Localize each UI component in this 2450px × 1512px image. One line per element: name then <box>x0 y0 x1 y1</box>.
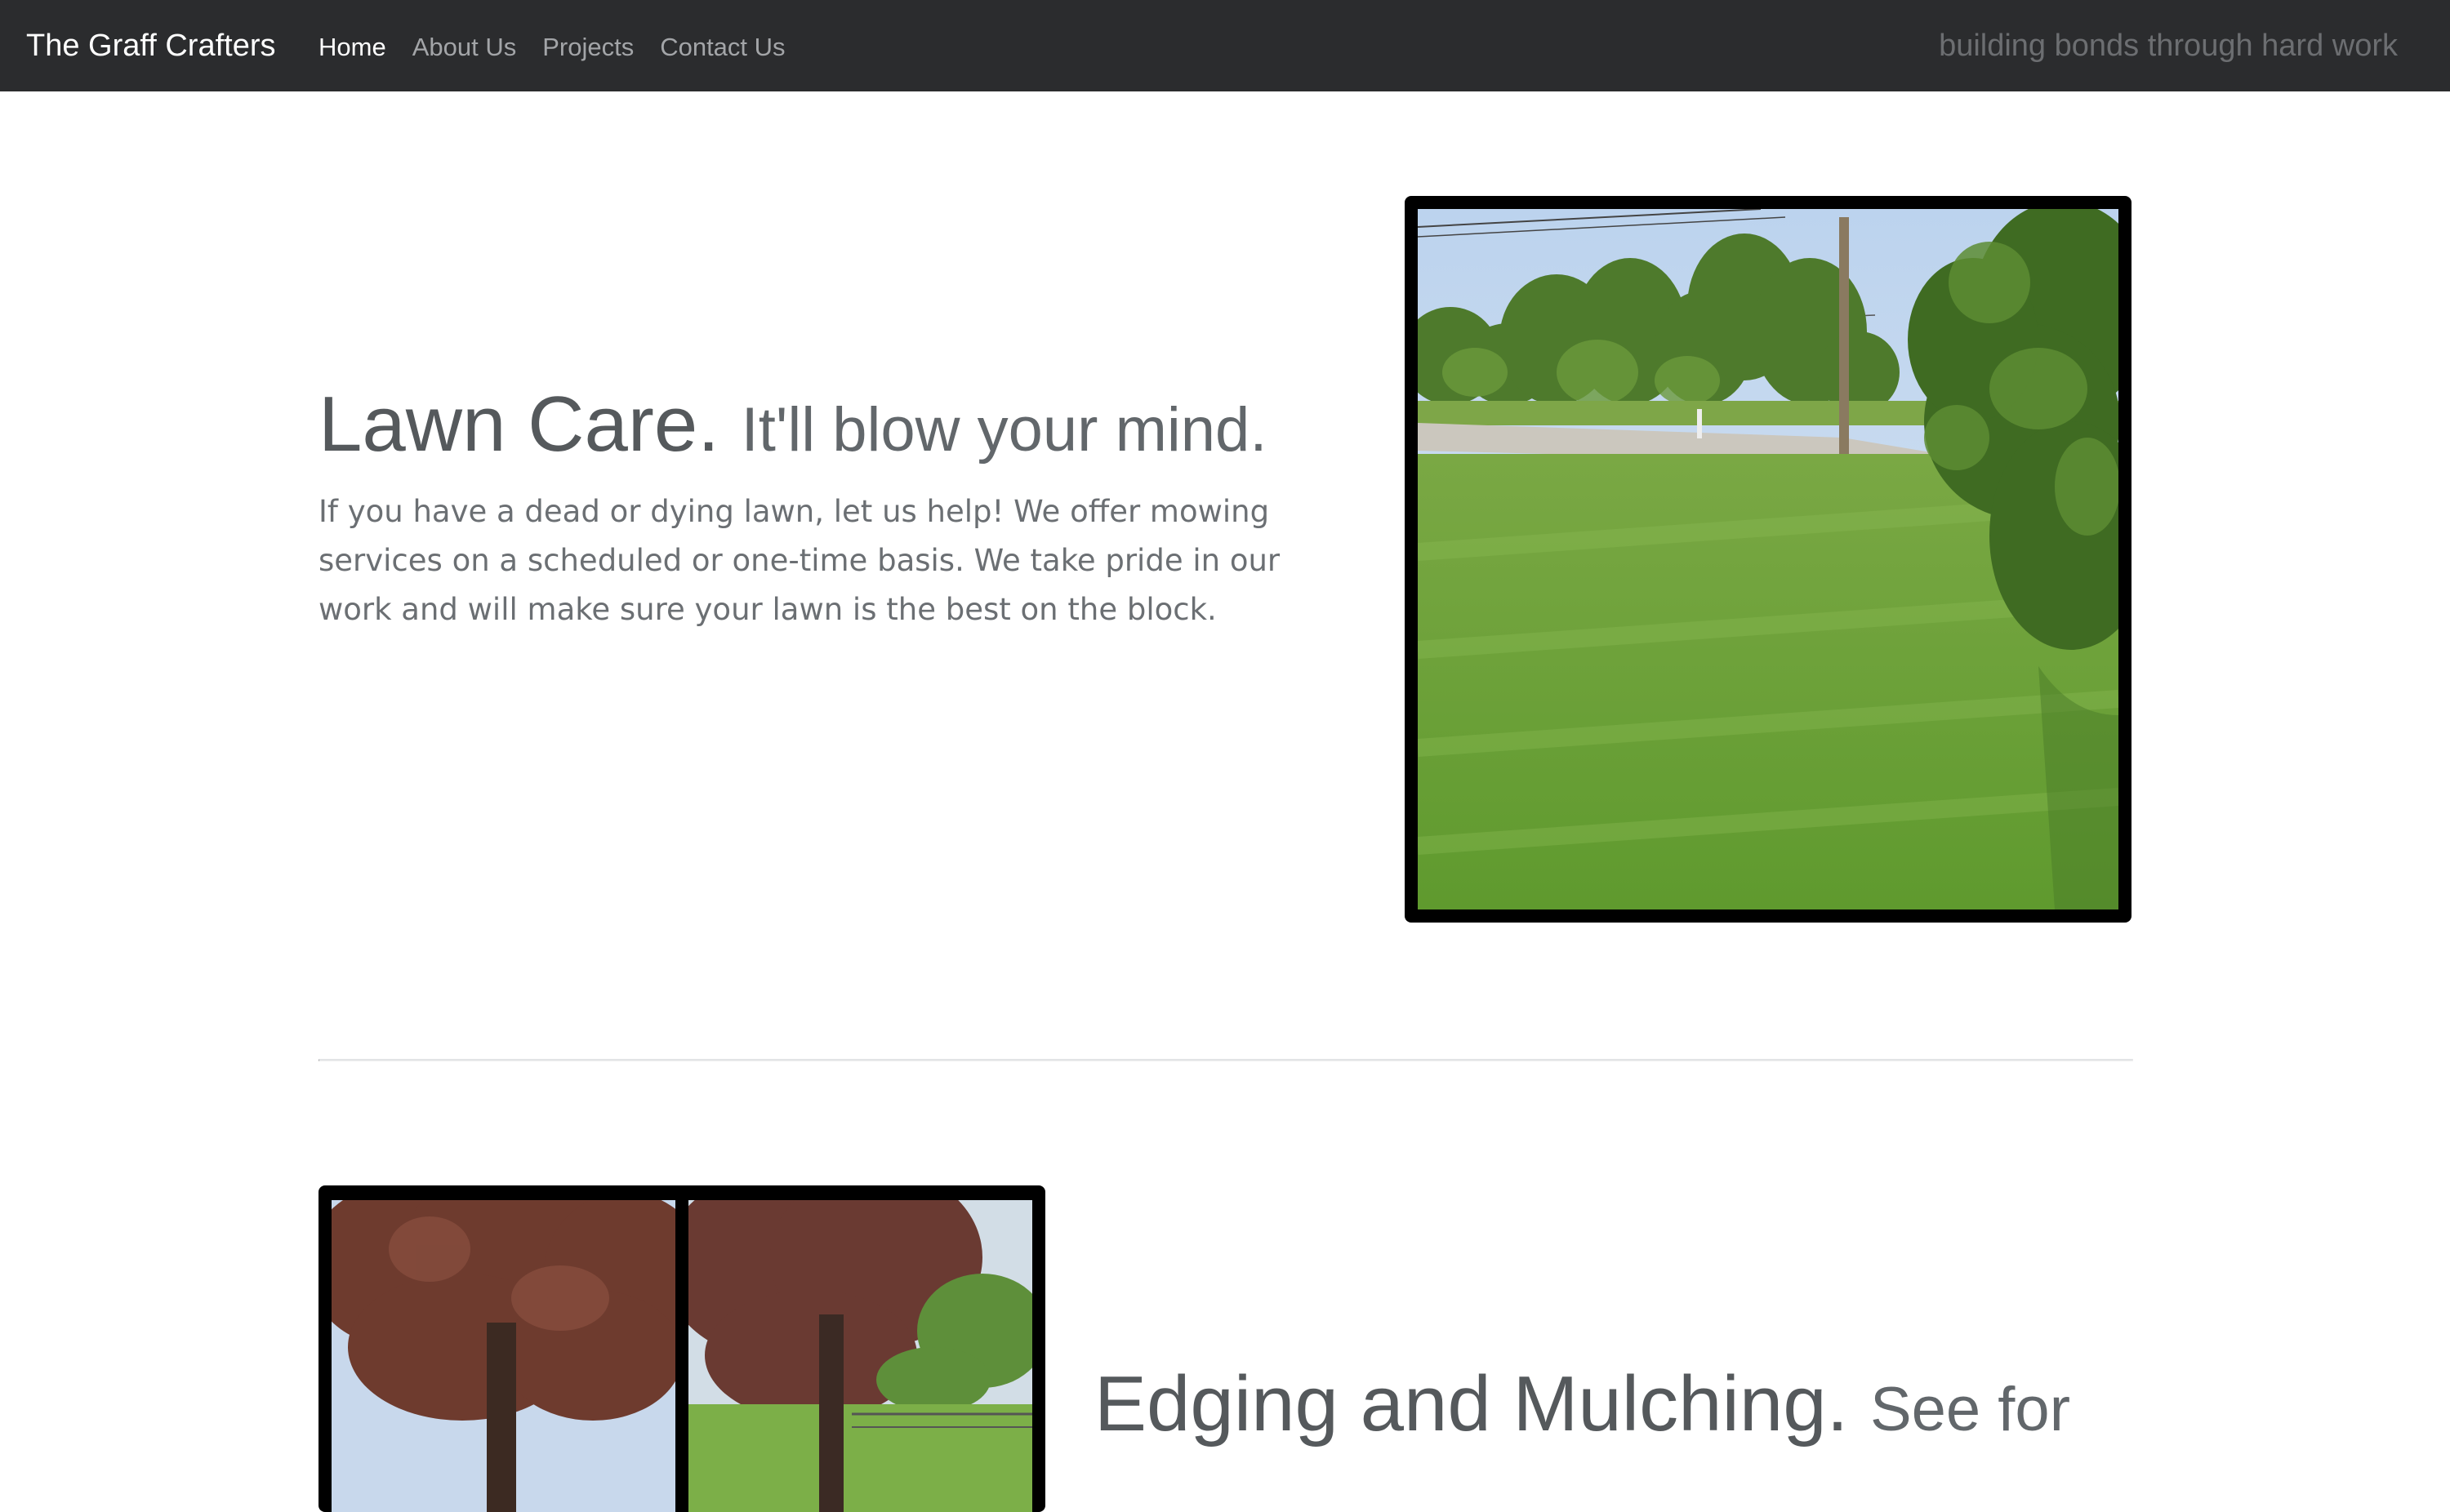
lawn-photo-frame <box>1405 196 2132 923</box>
lawn-photo <box>1418 209 2118 909</box>
feature-heading: Lawn Care. It'll blow your mind. <box>318 376 1348 479</box>
feature-heading-main: Lawn Care. <box>318 380 719 468</box>
brand-link[interactable]: The Graff Crafters <box>26 24 276 67</box>
nav-link-contact-us[interactable]: Contact Us <box>660 28 785 67</box>
nav-link-projects[interactable]: Projects <box>542 28 634 67</box>
section-divider <box>318 1059 2133 1061</box>
nav-links: Home About Us Projects Contact Us <box>318 28 786 67</box>
tree-mulch-photo-frame <box>318 1185 1045 1512</box>
navbar-tagline: building bonds through hard work <box>1939 29 2398 63</box>
feature-lawn-care-text: Lawn Care. It'll blow your mind. If you … <box>318 376 1348 634</box>
tree-photo-right <box>688 1200 1032 1512</box>
feature-heading-sub: It'll blow your mind. <box>741 395 1267 465</box>
feature-edging-mulching-text: Edging and Mulching. See for <box>1094 1355 2070 1459</box>
tree-photo-left <box>332 1200 675 1512</box>
feature-lead-text: If you have a dead or dying lawn, let us… <box>318 494 1281 627</box>
nav-link-home[interactable]: Home <box>318 28 386 67</box>
top-navbar: The Graff Crafters Home About Us Project… <box>0 0 2450 91</box>
feature-heading-2: Edging and Mulching. See for <box>1094 1355 2070 1459</box>
feature-heading-2-main: Edging and Mulching. <box>1094 1360 1849 1448</box>
nav-link-about-us[interactable]: About Us <box>412 28 517 67</box>
feature-heading-2-sub: See for <box>1869 1375 2071 1444</box>
